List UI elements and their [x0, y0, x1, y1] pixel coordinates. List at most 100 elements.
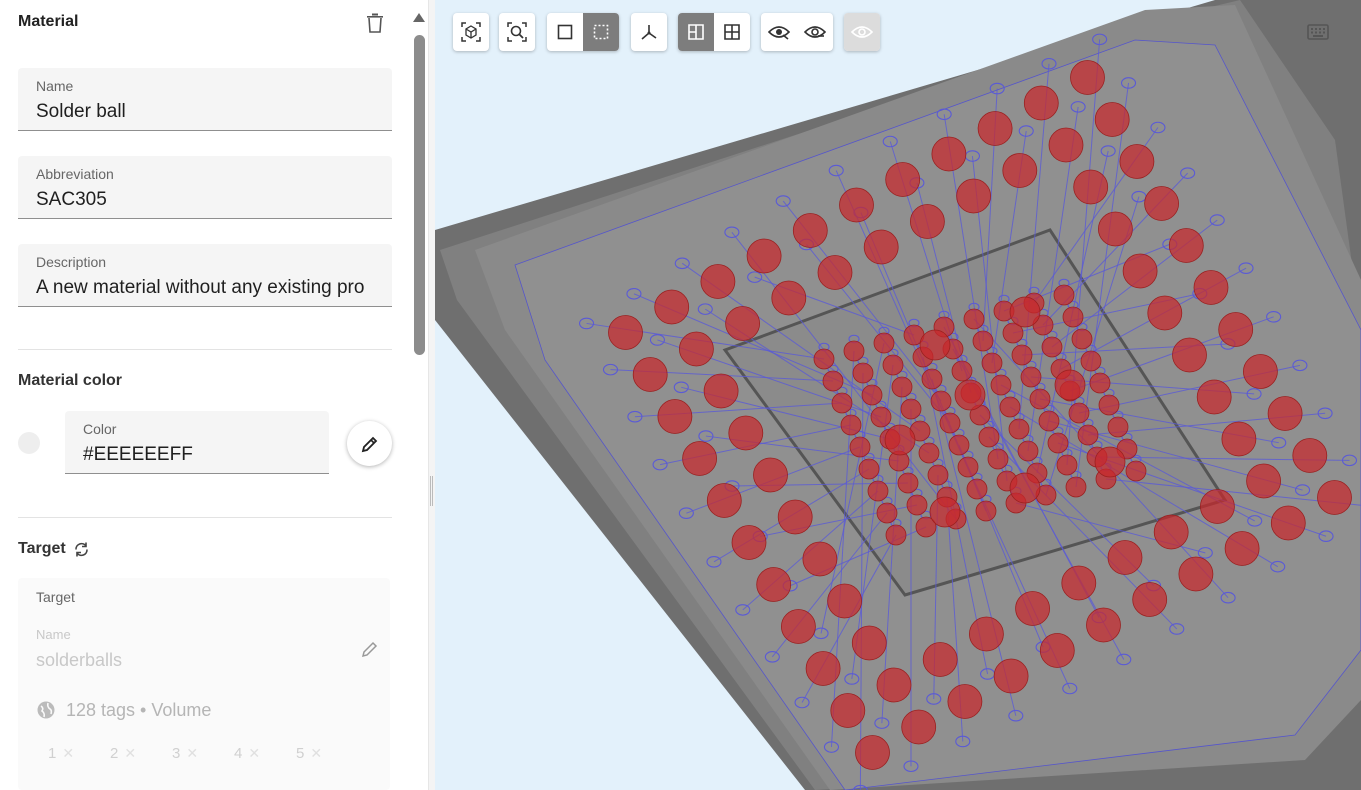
name-field[interactable]: Name Solder ball [18, 68, 392, 131]
resize-handle[interactable] [430, 476, 433, 506]
solder-ball[interactable] [1089, 372, 1111, 394]
solder-ball[interactable] [1221, 421, 1257, 457]
keyboard-icon[interactable] [1307, 24, 1329, 40]
solder-ball[interactable] [1193, 270, 1229, 305]
solder-ball[interactable] [725, 306, 761, 341]
solder-ball[interactable] [906, 494, 928, 516]
remove-tag-icon[interactable]: ✕ [310, 745, 322, 762]
solder-ball[interactable] [1020, 366, 1042, 388]
solder-ball[interactable] [1317, 480, 1352, 515]
solder-ball[interactable] [746, 238, 782, 274]
solder-ball[interactable] [1094, 446, 1126, 478]
solder-ball[interactable] [706, 483, 742, 518]
solder-ball[interactable] [922, 642, 958, 677]
solder-ball[interactable] [802, 541, 838, 577]
solder-ball[interactable] [1068, 402, 1090, 424]
solder-ball[interactable] [1041, 336, 1063, 358]
solder-ball[interactable] [972, 330, 994, 352]
solder-ball[interactable] [852, 362, 874, 384]
solder-ball[interactable] [703, 373, 739, 409]
solder-ball[interactable] [1267, 396, 1303, 431]
description-field[interactable]: Description A new material without any e… [18, 244, 392, 307]
solder-ball[interactable] [930, 390, 952, 412]
color-input[interactable]: #EEEEEEFF [83, 444, 313, 466]
solder-ball[interactable] [999, 396, 1021, 418]
solder-ball[interactable] [855, 735, 890, 770]
solder-ball[interactable] [863, 229, 899, 265]
zoom-extents-button[interactable] [453, 13, 489, 51]
solder-ball[interactable] [1008, 418, 1030, 440]
solder-ball[interactable] [632, 357, 668, 392]
solder-ball[interactable] [951, 360, 973, 382]
color-field[interactable]: Color #EEEEEEFF [65, 411, 329, 474]
solder-ball[interactable] [657, 399, 693, 434]
select-single-button[interactable] [547, 13, 583, 51]
solder-ball[interactable] [900, 398, 922, 420]
solder-ball[interactable] [927, 464, 949, 486]
solder-ball[interactable] [1062, 306, 1084, 328]
solder-ball[interactable] [882, 354, 904, 376]
tag-chip[interactable]: 4 ✕ [234, 745, 296, 762]
solder-ball[interactable] [1243, 354, 1278, 389]
tag-chip[interactable]: 1 ✕ [48, 745, 110, 762]
abbreviation-input[interactable]: SAC305 [36, 189, 374, 211]
solder-ball[interactable] [975, 500, 997, 522]
name-input[interactable]: Solder ball [36, 101, 374, 123]
solder-ball[interactable] [990, 374, 1012, 396]
solder-ball[interactable] [1039, 633, 1075, 668]
solder-ball[interactable] [1098, 394, 1120, 416]
scroll-up-arrow-icon[interactable] [413, 13, 425, 22]
abbreviation-field[interactable]: Abbreviation SAC305 [18, 156, 392, 219]
solder-ball[interactable] [805, 651, 841, 686]
solder-ball[interactable] [1002, 153, 1038, 188]
solder-ball[interactable] [1023, 85, 1059, 121]
solder-ball[interactable] [771, 280, 807, 316]
solder-ball[interactable] [947, 684, 983, 719]
solder-ball[interactable] [1015, 591, 1050, 626]
3d-viewport[interactable] [435, 0, 1361, 790]
tag-chip[interactable]: 2 ✕ [110, 745, 172, 762]
solder-ball[interactable] [1080, 350, 1102, 372]
solder-ball[interactable] [948, 434, 970, 456]
solder-ball[interactable] [876, 502, 898, 524]
solder-ball[interactable] [851, 625, 887, 661]
solder-ball[interactable] [1053, 284, 1075, 306]
solder-ball[interactable] [813, 348, 835, 370]
remove-tag-icon[interactable]: ✕ [124, 745, 136, 762]
solder-ball[interactable] [1119, 144, 1155, 179]
solder-ball[interactable] [993, 658, 1029, 694]
solder-ball[interactable] [1071, 328, 1093, 350]
solder-ball[interactable] [873, 332, 895, 354]
solder-ball[interactable] [1132, 582, 1168, 617]
solder-ball[interactable] [777, 499, 813, 535]
solder-ball[interactable] [954, 379, 986, 411]
solder-ball[interactable] [1168, 228, 1204, 263]
solder-ball[interactable] [817, 255, 853, 290]
panel-resize-divider[interactable] [428, 0, 435, 790]
scroll-thumb[interactable] [414, 35, 425, 355]
solder-ball[interactable] [1125, 460, 1147, 482]
edit-color-button[interactable] [347, 421, 392, 466]
solder-ball[interactable] [918, 442, 940, 464]
solder-ball[interactable] [957, 456, 979, 478]
solder-ball[interactable] [830, 693, 866, 728]
solder-ball[interactable] [1200, 489, 1235, 524]
solder-ball[interactable] [827, 583, 863, 619]
solder-ball[interactable] [1017, 440, 1039, 462]
solder-ball[interactable] [822, 370, 844, 392]
solder-ball[interactable] [1048, 127, 1084, 163]
solder-ball[interactable] [876, 667, 912, 703]
delete-icon[interactable] [366, 13, 384, 33]
solder-ball[interactable] [1009, 296, 1041, 328]
solder-ball[interactable] [1292, 438, 1328, 473]
solder-ball[interactable] [728, 415, 764, 451]
solder-ball[interactable] [1270, 505, 1306, 541]
solder-ball[interactable] [840, 414, 862, 436]
solder-ball[interactable] [1224, 531, 1260, 566]
description-input[interactable]: A new material without any existing pro [36, 277, 374, 299]
refresh-icon[interactable] [73, 541, 90, 558]
solder-ball[interactable] [1178, 556, 1214, 592]
solder-ball[interactable] [1144, 186, 1179, 221]
tag-chip[interactable]: 3 ✕ [172, 745, 234, 762]
solder-ball[interactable] [870, 406, 892, 428]
